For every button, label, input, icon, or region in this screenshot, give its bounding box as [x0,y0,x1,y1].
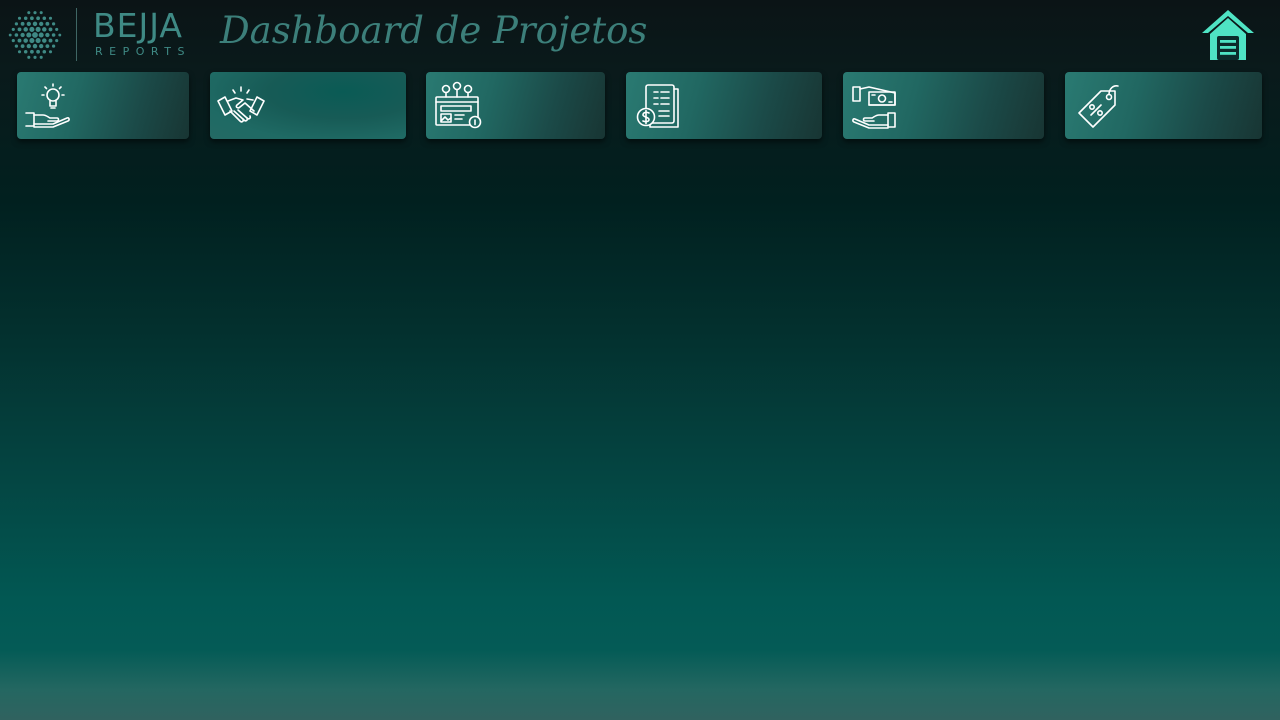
team-presentation-icon [435,81,482,129]
page-title: Dashboard de Projetos [220,9,648,52]
discount-tag-icon [1078,85,1119,128]
nav-button-2[interactable] [210,72,406,139]
hand-lightbulb-icon [25,83,70,128]
nav-button-4[interactable] [626,72,822,139]
brand-name: BEJJA [93,6,183,45]
home-button[interactable] [1200,7,1256,63]
handshake-icon [217,86,265,123]
logo-divider [76,8,77,61]
invoice-checklist-icon [636,84,679,128]
header: BEJJA REPORTS Dashboard de Projetos [0,0,1280,66]
home-icon [1202,10,1254,60]
nav-button-5[interactable] [843,72,1044,139]
bejja-logo-icon [8,11,62,59]
nav-button-6[interactable] [1065,72,1262,139]
brand-subtitle: REPORTS [95,45,191,58]
nav-button-1[interactable] [17,72,189,139]
hand-money-icon [852,86,896,129]
nav-button-3[interactable] [426,72,605,139]
